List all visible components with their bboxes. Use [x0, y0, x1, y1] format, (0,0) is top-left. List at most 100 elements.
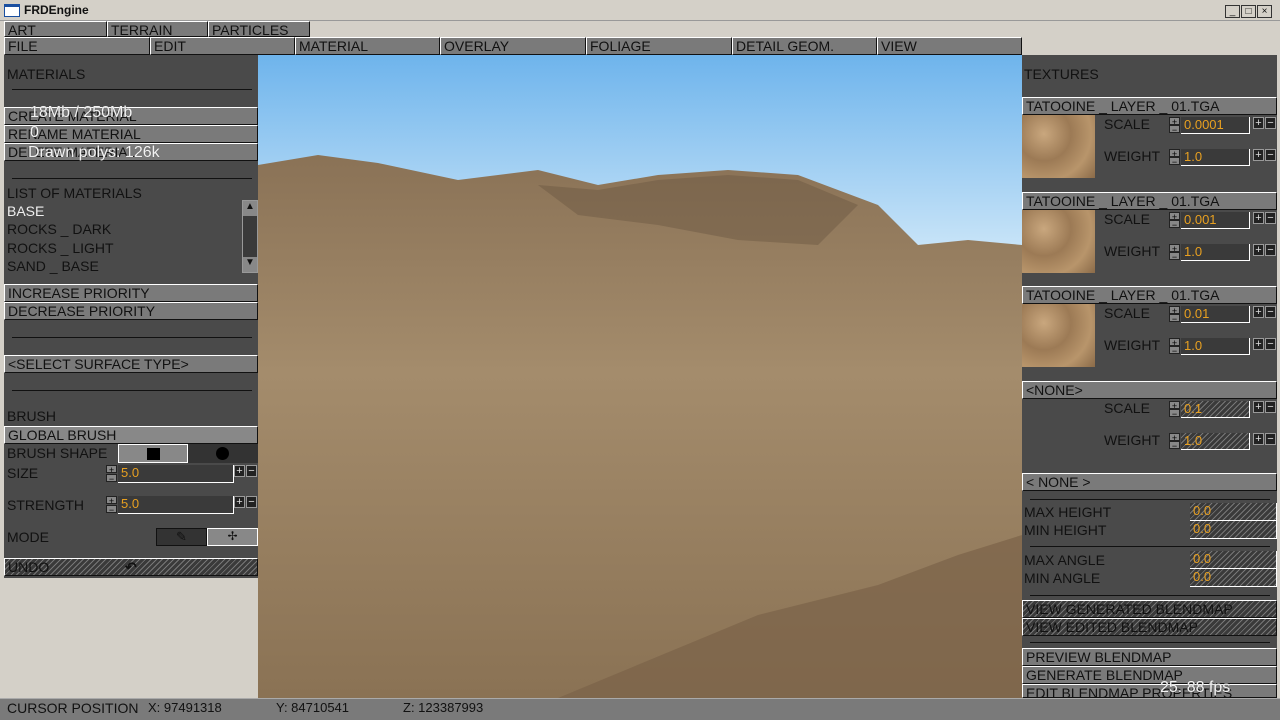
scale-increase-button[interactable]: +	[1253, 117, 1264, 129]
texture-thumbnail[interactable]	[1022, 209, 1095, 273]
minimize-button[interactable]: _	[1225, 5, 1240, 18]
weight-label: WEIGHT	[1104, 337, 1160, 353]
weight-input[interactable]: 1.0	[1181, 432, 1250, 450]
surface-none-select[interactable]: < NONE >	[1022, 473, 1277, 491]
view-edited-blendmap-button[interactable]: VIEW EDITED BLENDMAP	[1022, 618, 1277, 636]
scale-decrease-button[interactable]: −	[1265, 400, 1276, 413]
tab-particles[interactable]: PARTICLES	[208, 21, 310, 37]
close-button[interactable]: ×	[1257, 5, 1272, 18]
brush-square-button[interactable]	[118, 444, 188, 463]
material-item-rocks-dark[interactable]: ROCKS _ DARK	[7, 221, 111, 237]
scale-increase-button[interactable]: +	[1253, 306, 1264, 318]
menu-foliage[interactable]: FOLIAGE	[586, 37, 732, 55]
weight-input[interactable]: 1.0	[1181, 243, 1250, 261]
increase-priority-button[interactable]: INCREASE PRIORITY	[4, 284, 258, 302]
menu-overlay[interactable]: OVERLAY	[440, 37, 586, 55]
weight-decrease-button[interactable]: −	[1265, 243, 1276, 256]
scale-decrease-button[interactable]: −	[1265, 306, 1276, 318]
preview-blendmap-button[interactable]: PREVIEW BLENDMAP	[1022, 648, 1277, 666]
edit-blendmap-properties-button[interactable]: EDIT BLENDMAP PROPERTIES	[1022, 684, 1277, 698]
scale-spin-down[interactable]: −	[1169, 125, 1180, 135]
texture-layer-header[interactable]: TATOOINE _ LAYER _ 01.TGA	[1022, 97, 1277, 115]
menu-file[interactable]: FILE	[4, 37, 150, 55]
weight-spin-up[interactable]: +	[1169, 243, 1180, 253]
strength-spin-up[interactable]: +	[106, 496, 117, 506]
scale-spin-up[interactable]: +	[1169, 306, 1180, 316]
scale-spin-up[interactable]: +	[1169, 117, 1180, 127]
menu-material[interactable]: MATERIAL	[295, 37, 440, 55]
size-increase-button[interactable]: +	[234, 465, 245, 477]
texture-thumbnail[interactable]	[1022, 115, 1095, 178]
generate-blendmap-button[interactable]: GENERATE BLENDMAP	[1022, 666, 1277, 684]
scale-input[interactable]: 0.001	[1181, 211, 1250, 229]
scale-spin-down[interactable]: −	[1169, 219, 1180, 229]
decrease-priority-button[interactable]: DECREASE PRIORITY	[4, 302, 258, 320]
material-item-base[interactable]: BASE	[7, 203, 44, 219]
size-spin-down[interactable]: −	[106, 474, 117, 484]
strength-increase-button[interactable]: +	[234, 496, 245, 508]
min-height-input[interactable]: 0.0	[1190, 521, 1277, 539]
size-decrease-button[interactable]: −	[246, 465, 257, 477]
mode-smooth-button[interactable]: ✢	[207, 528, 258, 546]
weight-decrease-button[interactable]: −	[1265, 338, 1276, 350]
weight-decrease-button[interactable]: −	[1265, 432, 1276, 445]
size-spin-up[interactable]: +	[106, 465, 117, 475]
undo-button[interactable]: UNDO ↶	[4, 558, 258, 576]
scale-decrease-button[interactable]: −	[1265, 211, 1276, 224]
material-item-rocks-light[interactable]: ROCKS _ LIGHT	[7, 240, 114, 256]
maximize-button[interactable]: □	[1241, 5, 1256, 18]
menu-detail-geom[interactable]: DETAIL GEOM.	[732, 37, 877, 55]
surface-type-select[interactable]: <SELECT SURFACE TYPE>	[4, 355, 258, 373]
global-brush-button[interactable]: GLOBAL BRUSH	[4, 426, 258, 444]
strength-spin-down[interactable]: −	[106, 505, 117, 515]
weight-spin-down[interactable]: −	[1169, 157, 1180, 167]
max-height-input[interactable]: 0.0	[1190, 503, 1277, 521]
rename-material-button[interactable]: RENAME MATERIAL	[4, 125, 258, 143]
strength-decrease-button[interactable]: −	[246, 496, 257, 508]
weight-input[interactable]: 1.0	[1181, 149, 1250, 166]
scale-spin-down[interactable]: −	[1169, 408, 1180, 418]
material-item-sand-base[interactable]: SAND _ BASE	[7, 258, 99, 274]
max-angle-input[interactable]: 0.0	[1190, 551, 1277, 569]
scroll-down-icon[interactable]: ▼	[243, 257, 257, 272]
menu-edit[interactable]: EDIT	[150, 37, 295, 55]
weight-spin-down[interactable]: −	[1169, 440, 1180, 450]
scroll-up-icon[interactable]: ▲	[243, 201, 257, 216]
weight-input[interactable]: 1.0	[1181, 338, 1250, 355]
scale-input[interactable]: 0.0001	[1181, 117, 1250, 134]
weight-spin-up[interactable]: +	[1169, 338, 1180, 348]
weight-spin-down[interactable]: −	[1169, 251, 1180, 261]
scale-increase-button[interactable]: +	[1253, 400, 1264, 413]
terrain-viewport[interactable]	[258, 55, 1022, 698]
scale-spin-up[interactable]: +	[1169, 211, 1180, 221]
texture-layer-header[interactable]: <NONE>	[1022, 380, 1277, 399]
mode-paint-button[interactable]: ✎	[156, 528, 207, 546]
tab-terrain[interactable]: TERRAIN	[107, 21, 208, 37]
size-input[interactable]: 5.0	[118, 465, 234, 483]
scale-input[interactable]: 0.1	[1181, 400, 1250, 418]
scale-increase-button[interactable]: +	[1253, 211, 1264, 224]
materials-scrollbar[interactable]: ▲ ▼	[242, 200, 258, 273]
strength-input[interactable]: 5.0	[118, 496, 234, 514]
weight-increase-button[interactable]: +	[1253, 432, 1264, 445]
brush-circle-button[interactable]	[188, 444, 258, 463]
weight-spin-down[interactable]: −	[1169, 346, 1180, 356]
scale-spin-down[interactable]: −	[1169, 314, 1180, 324]
view-generated-blendmap-button[interactable]: VIEW GENERATED BLENDMAP	[1022, 600, 1277, 618]
weight-spin-up[interactable]: +	[1169, 432, 1180, 442]
weight-increase-button[interactable]: +	[1253, 149, 1264, 161]
menu-view[interactable]: VIEW	[877, 37, 1022, 55]
scale-decrease-button[interactable]: −	[1265, 117, 1276, 129]
weight-decrease-button[interactable]: −	[1265, 149, 1276, 161]
min-angle-input[interactable]: 0.0	[1190, 569, 1277, 587]
mode-label: MODE	[7, 529, 49, 545]
weight-spin-up[interactable]: +	[1169, 149, 1180, 159]
tab-art[interactable]: ART	[4, 21, 107, 37]
texture-layer-header[interactable]: TATOOINE _ LAYER _ 01.TGA	[1022, 286, 1277, 304]
texture-thumbnail[interactable]	[1022, 304, 1095, 367]
scale-spin-up[interactable]: +	[1169, 400, 1180, 410]
texture-layer-header[interactable]: TATOOINE _ LAYER _ 01.TGA	[1022, 191, 1277, 210]
scale-input[interactable]: 0.01	[1181, 306, 1250, 323]
weight-increase-button[interactable]: +	[1253, 338, 1264, 350]
weight-increase-button[interactable]: +	[1253, 243, 1264, 256]
